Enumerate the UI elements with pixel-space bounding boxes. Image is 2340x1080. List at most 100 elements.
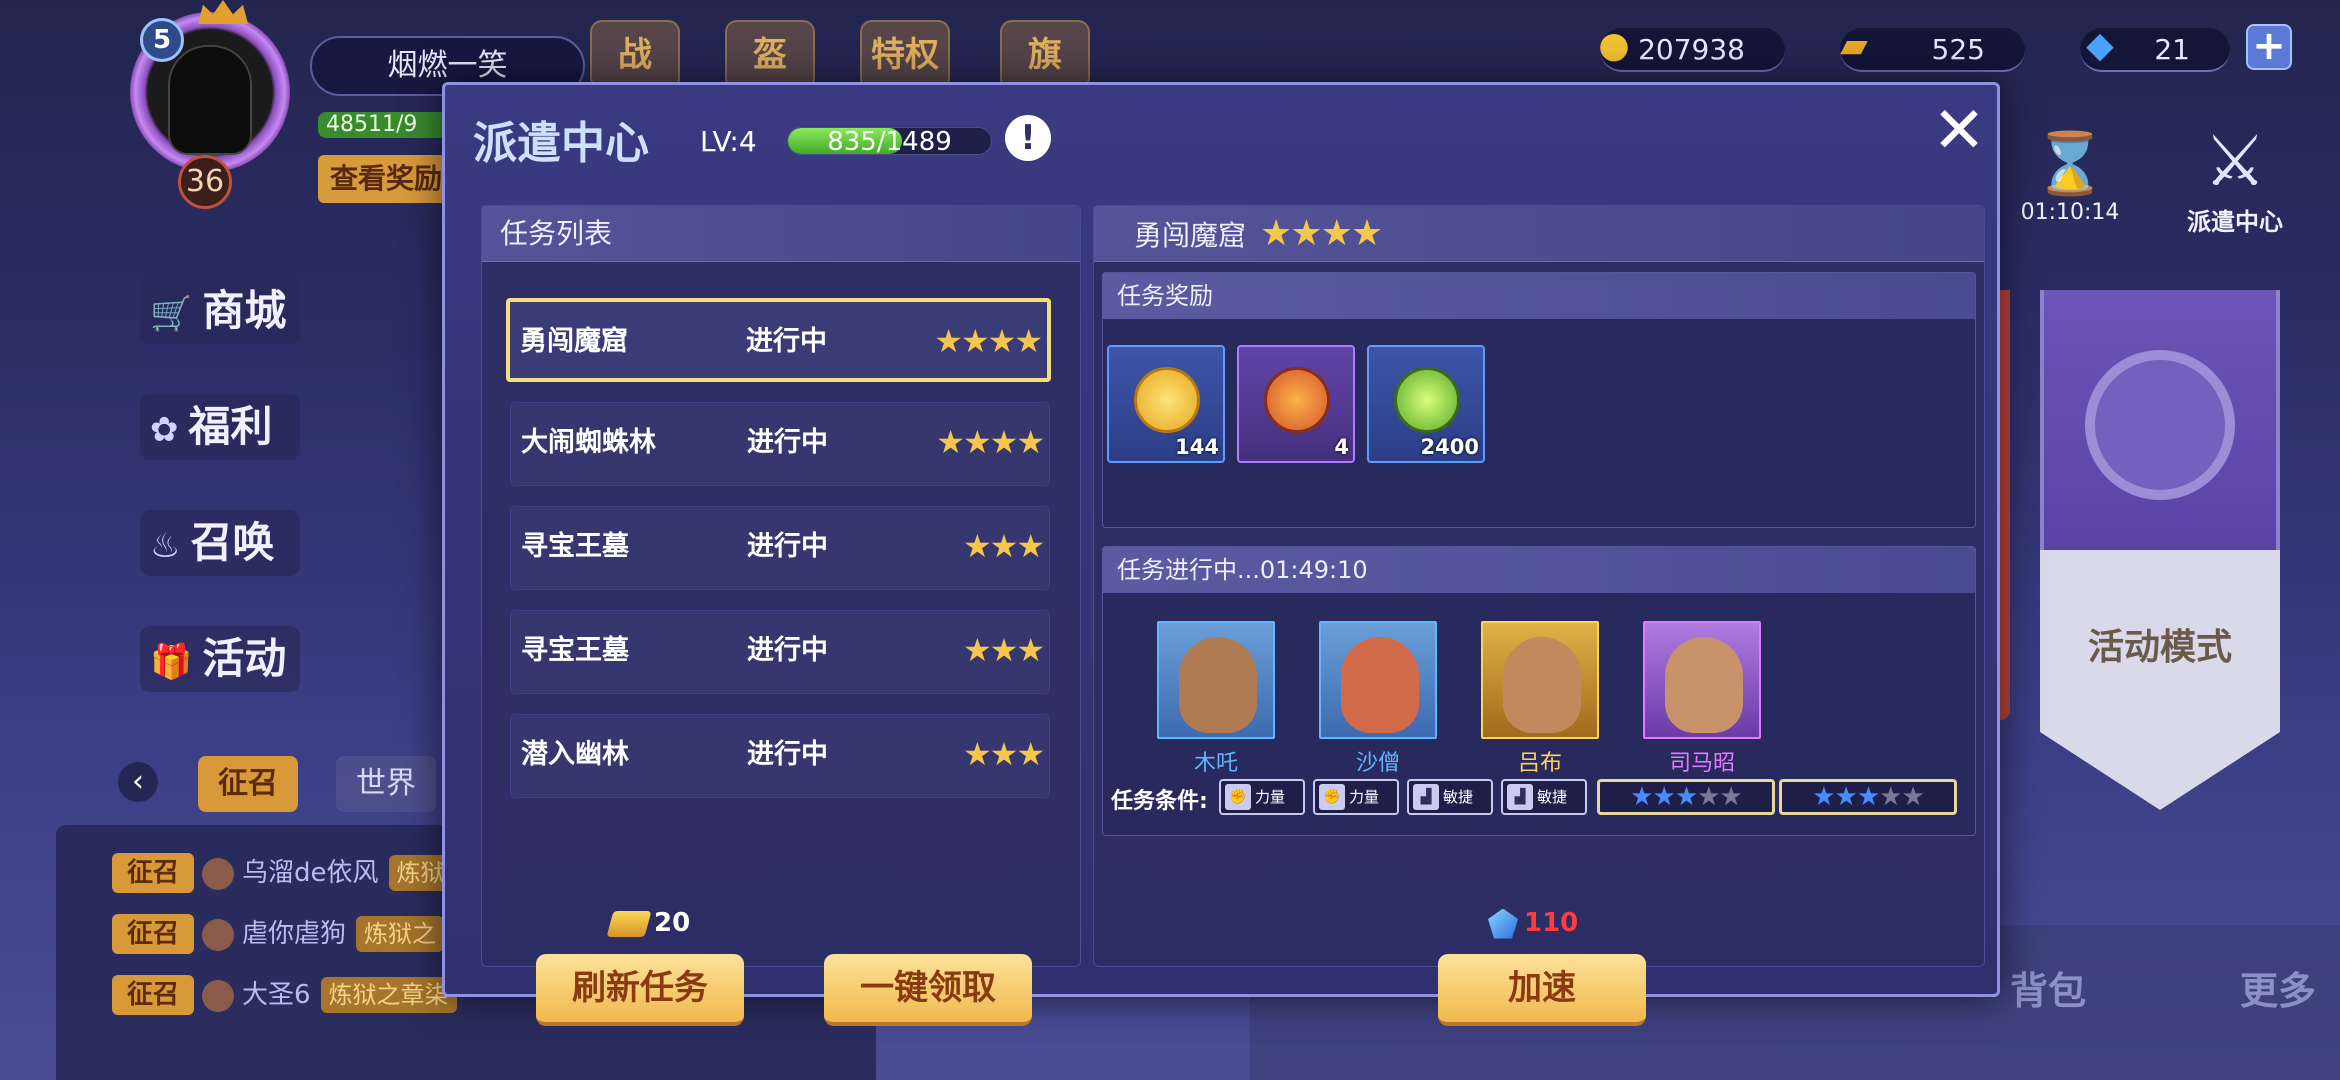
gem-icon: [1488, 908, 1518, 939]
side-menu-summon[interactable]: ♨ 召唤: [140, 510, 300, 576]
chat-sender: 乌溜de依风: [242, 858, 379, 888]
condition-text: 敏捷: [1537, 788, 1568, 806]
crossed-swords-icon[interactable]: ⚔: [2180, 120, 2290, 215]
condition-badge: ▟ 敏捷: [1407, 779, 1493, 815]
reward-count: 144: [1175, 435, 1219, 459]
reward-count: 4: [1334, 435, 1349, 459]
condition-text: 力量: [1255, 788, 1286, 806]
crown-icon: [198, 0, 248, 24]
task-list-panel: 任务列表 勇闯魔窟 进行中 ★★★★ 大闹蜘蛛林 进行中 ★★★★ 寻宝王墓 进…: [481, 205, 1081, 1026]
side-menu-label: 活动: [202, 634, 287, 683]
potion-icon: [1394, 367, 1460, 433]
hero-slot[interactable]: [1643, 621, 1761, 739]
coin-icon: ●: [1598, 25, 1630, 66]
hud-dispatch-label: 派遣中心: [2187, 208, 2283, 236]
task-row[interactable]: 大闹蜘蛛林 进行中 ★★★★: [510, 402, 1050, 486]
close-icon[interactable]: ✕: [1929, 99, 1989, 163]
condition-label: 任务条件:: [1111, 789, 1208, 814]
player-level-badge: 5: [140, 18, 184, 62]
player-vip-badge: 36: [178, 155, 232, 209]
view-reward-button[interactable]: 查看奖励: [318, 155, 448, 203]
top-icon-privilege[interactable]: 特权: [860, 20, 950, 90]
condition-badge: ✊ 力量: [1219, 779, 1305, 815]
task-status: 进行中: [747, 427, 828, 458]
chat-sender: 大圣6: [242, 980, 311, 1010]
task-list-header: 任务列表: [482, 206, 1080, 262]
task-row[interactable]: 寻宝王墓 进行中 ★★★: [510, 610, 1050, 694]
task-row[interactable]: 勇闯魔窟 进行中 ★★★★: [506, 298, 1051, 382]
reward-item[interactable]: 2400: [1367, 345, 1485, 463]
chat-tab-world[interactable]: 世界: [336, 756, 436, 812]
refresh-cost-value: 20: [654, 908, 691, 938]
chat-avatar: [202, 979, 234, 1012]
nav-more[interactable]: 更多: [2240, 960, 2316, 1015]
fist-icon: ✊: [1225, 784, 1251, 810]
side-menu-label: 商城: [202, 286, 287, 335]
refresh-tasks-button[interactable]: 刷新任务: [536, 954, 744, 1026]
top-icon-helmet[interactable]: 盔: [725, 20, 815, 90]
condition-text: 敏捷: [1443, 788, 1474, 806]
reward-item[interactable]: 4: [1237, 345, 1355, 463]
gold-bar-icon: [606, 910, 652, 937]
task-stars: ★★★★: [936, 423, 1045, 461]
task-detail-stars: ★★★★: [1260, 213, 1383, 254]
emblem-icon: [2085, 350, 2235, 500]
hud-timer: 01:10:14: [2020, 200, 2120, 225]
side-menu-shop[interactable]: 🛒 商城: [140, 278, 300, 344]
hero-slot[interactable]: [1319, 621, 1437, 739]
coin-icon: [1134, 367, 1200, 433]
player-avatar[interactable]: 5 36: [100, 0, 320, 209]
star-condition-empty: ★★: [1697, 782, 1743, 812]
hero-slot[interactable]: [1481, 621, 1599, 739]
event-mode-banner[interactable]: 活动模式: [2040, 290, 2280, 810]
side-menu-events[interactable]: 🎁 活动: [140, 626, 300, 692]
claim-all-button[interactable]: 一键领取: [824, 954, 1032, 1026]
task-detail-panel: 勇闯魔窟 ★★★★ 任务奖励 144 4 2400 任务进行中...01:49:1…: [1093, 205, 1985, 1026]
task-stars: ★★★: [962, 735, 1045, 773]
top-icon-battle[interactable]: 战: [590, 20, 680, 90]
cart-icon: 🛒: [150, 294, 193, 334]
chat-collapse-arrow-icon[interactable]: ‹: [118, 762, 158, 802]
top-icon-flag[interactable]: 旗: [1000, 20, 1090, 90]
star-condition-empty: ★★: [1879, 782, 1925, 812]
task-stars: ★★★: [962, 527, 1045, 565]
star-condition-filled: ★★★: [1812, 782, 1880, 812]
chat-message[interactable]: 征召 虐你虐狗 炼狱之: [112, 914, 445, 954]
chat-message[interactable]: 征召 乌溜de依风 炼狱: [112, 853, 453, 893]
task-detail-title: 勇闯魔窟: [1134, 219, 1247, 252]
reward-count: 2400: [1420, 435, 1479, 459]
hero-name: 沙僧: [1355, 751, 1400, 776]
chat-tab-recruit[interactable]: 征召: [198, 756, 298, 812]
hero-name: 木吒: [1193, 751, 1238, 776]
reward-item[interactable]: 144: [1107, 345, 1225, 463]
dispatch-exp-bar: 835/1489: [787, 127, 992, 155]
task-row[interactable]: 寻宝王墓 进行中 ★★★: [510, 506, 1050, 590]
speedup-button[interactable]: 加速: [1438, 954, 1646, 1026]
task-stars: ★★★★: [934, 322, 1043, 360]
chat-tag: 征召: [112, 975, 194, 1015]
gem-icon: ◆: [2086, 25, 2114, 66]
side-menu-welfare[interactable]: ✿ 福利: [140, 394, 300, 460]
dispatch-exp-text: 835/1489: [827, 127, 952, 155]
hero-portrait: [1503, 637, 1581, 733]
add-gems-button[interactable]: +: [2246, 24, 2292, 70]
task-row[interactable]: 潜入幽林 进行中 ★★★: [510, 714, 1050, 798]
side-menu-label: 福利: [188, 402, 273, 451]
dispatch-level: LV:4: [700, 125, 757, 158]
refresh-cost: 20: [606, 908, 691, 938]
condition-badge: ✊ 力量: [1313, 779, 1399, 815]
task-status: 进行中: [747, 739, 828, 770]
star-condition: ★★★★★: [1597, 779, 1775, 815]
nav-backpack[interactable]: 背包: [2010, 960, 2086, 1015]
hero-portrait: [1341, 637, 1419, 733]
chat-message[interactable]: 征召 大圣6 炼狱之章柒: [112, 975, 457, 1015]
task-status: 进行中: [746, 326, 827, 357]
task-status: 进行中: [747, 531, 828, 562]
progress-section: 任务进行中...01:49:10 木吒 沙僧 吕布 司马昭 任务条件: ✊ 力量 …: [1102, 546, 1976, 836]
speedup-cost-value: 110: [1524, 908, 1579, 938]
hero-slot[interactable]: [1157, 621, 1275, 739]
side-menu-label: 召唤: [190, 518, 275, 567]
chat-tag: 征召: [112, 853, 194, 893]
hero-name: 吕布: [1517, 751, 1562, 776]
info-icon[interactable]: !: [1005, 115, 1051, 161]
